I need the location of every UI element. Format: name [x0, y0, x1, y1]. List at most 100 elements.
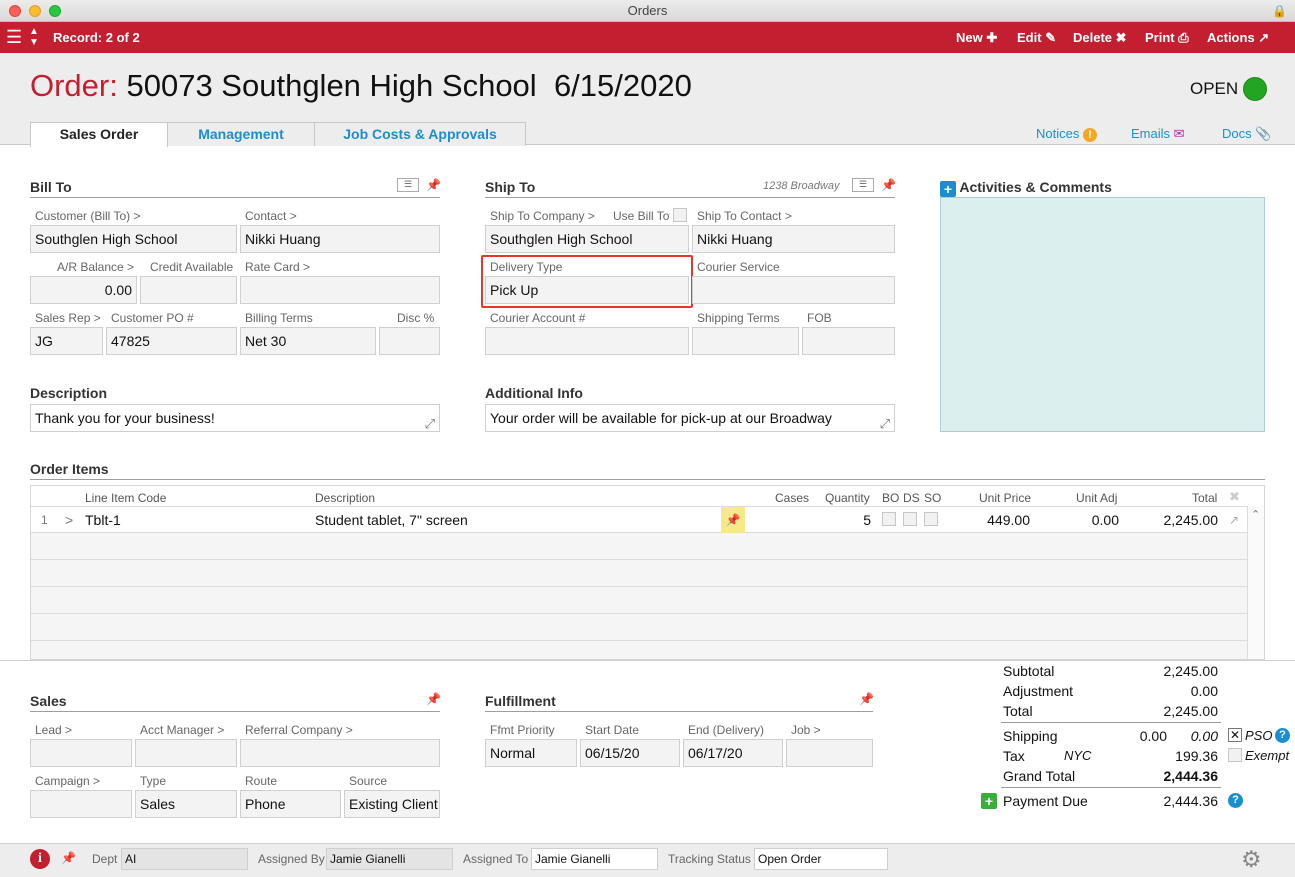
close-window-button[interactable]: [9, 5, 21, 17]
acct-manager-label[interactable]: Acct Manager >: [140, 723, 224, 737]
zoom-window-button[interactable]: [49, 5, 61, 17]
emails-link[interactable]: Emails ✉: [1131, 126, 1185, 142]
ds-checkbox[interactable]: [903, 512, 917, 526]
rate-card-field[interactable]: [240, 276, 440, 304]
description-field[interactable]: Thank you for your business! ⤢: [30, 404, 440, 432]
billing-terms-field[interactable]: Net 30: [240, 327, 376, 355]
referral-company-field[interactable]: [240, 739, 440, 767]
line-item-description[interactable]: Student tablet, 7" screen: [315, 512, 468, 528]
lead-label[interactable]: Lead >: [35, 723, 72, 737]
table-row[interactable]: [31, 614, 1247, 641]
ship-to-company-field[interactable]: Southglen High School: [485, 225, 689, 253]
help-icon[interactable]: ?: [1228, 793, 1243, 808]
disc-field[interactable]: [379, 327, 440, 355]
line-item-quantity[interactable]: 5: [830, 512, 871, 528]
source-field[interactable]: Existing Client: [344, 790, 440, 818]
exempt-checkbox[interactable]: [1228, 748, 1242, 762]
line-item-unit-price[interactable]: 449.00: [950, 512, 1030, 528]
address-card-icon[interactable]: ☰: [852, 178, 874, 192]
lead-field[interactable]: [30, 739, 132, 767]
notices-link[interactable]: Notices !: [1036, 126, 1097, 142]
activities-panel[interactable]: [940, 197, 1265, 432]
pin-icon[interactable]: 📌: [426, 178, 441, 192]
pin-icon[interactable]: 📌: [721, 507, 745, 533]
start-date-field[interactable]: 06/15/20: [580, 739, 680, 767]
tax-code[interactable]: NYC: [1064, 748, 1091, 763]
tab-management[interactable]: Management: [167, 122, 315, 146]
rate-card-label[interactable]: Rate Card >: [245, 260, 310, 274]
so-checkbox[interactable]: [924, 512, 938, 526]
bo-checkbox[interactable]: [882, 512, 896, 526]
address-card-icon[interactable]: ☰: [397, 178, 419, 192]
table-row[interactable]: [31, 587, 1247, 614]
shipping-terms-field[interactable]: [692, 327, 799, 355]
new-button[interactable]: New ✚: [956, 22, 997, 53]
pin-icon[interactable]: 📌: [881, 178, 896, 192]
add-payment-icon[interactable]: +: [981, 793, 997, 809]
gear-icon[interactable]: ⚙: [1241, 846, 1262, 872]
edit-button[interactable]: Edit ✎: [1017, 22, 1056, 53]
pin-icon[interactable]: 📌: [859, 692, 874, 706]
end-delivery-field[interactable]: 06/17/20: [683, 739, 783, 767]
dept-field[interactable]: AI: [121, 848, 248, 870]
add-activity-icon[interactable]: +: [940, 181, 956, 197]
table-row[interactable]: [31, 641, 1247, 659]
tracking-status-field[interactable]: Open Order: [754, 848, 888, 870]
scrollbar[interactable]: ⌃: [1247, 506, 1264, 659]
help-icon[interactable]: ?: [1275, 728, 1290, 743]
route-field[interactable]: Phone: [240, 790, 341, 818]
docs-link[interactable]: Docs 📎: [1222, 126, 1271, 142]
sales-rep-label[interactable]: Sales Rep >: [35, 311, 101, 325]
ship-to-contact-field[interactable]: Nikki Huang: [692, 225, 895, 253]
ship-to-contact-label[interactable]: Ship To Contact >: [697, 209, 792, 223]
type-field[interactable]: Sales: [135, 790, 237, 818]
shipping-value[interactable]: 0.00: [1100, 728, 1167, 744]
campaign-label[interactable]: Campaign >: [35, 774, 100, 788]
adjustment-value[interactable]: 0.00: [1100, 683, 1218, 699]
campaign-field[interactable]: [30, 790, 132, 818]
customer-field[interactable]: Southglen High School: [30, 225, 237, 253]
record-navigator-icon[interactable]: ▲ ▼: [29, 26, 39, 48]
referral-company-label[interactable]: Referral Company >: [245, 723, 353, 737]
tab-job-costs-approvals[interactable]: Job Costs & Approvals: [314, 122, 526, 146]
info-icon[interactable]: i: [30, 849, 50, 869]
pin-icon[interactable]: 📌: [61, 851, 76, 865]
row-action-icon[interactable]: ↗: [1229, 513, 1239, 527]
table-row[interactable]: [31, 533, 1247, 560]
delivery-type-field[interactable]: Pick Up: [485, 276, 689, 304]
customer-po-label: Customer PO #: [111, 311, 194, 325]
minimize-window-button[interactable]: [29, 5, 41, 17]
additional-info-field[interactable]: Your order will be available for pick-up…: [485, 404, 895, 432]
actions-button[interactable]: Actions ↗: [1207, 22, 1269, 53]
sales-rep-field[interactable]: JG: [30, 327, 103, 355]
line-item-unit-adj[interactable]: 0.00: [1050, 512, 1119, 528]
print-button[interactable]: Print ⎙: [1145, 22, 1189, 53]
table-row[interactable]: [31, 560, 1247, 587]
pin-icon[interactable]: 📌: [426, 692, 441, 706]
scroll-up-icon[interactable]: ⌃: [1251, 508, 1260, 521]
ship-to-company-label[interactable]: Ship To Company >: [490, 209, 595, 223]
fob-field[interactable]: [802, 327, 895, 355]
acct-manager-field[interactable]: [135, 739, 237, 767]
job-field[interactable]: [786, 739, 873, 767]
tab-sales-order[interactable]: Sales Order: [30, 122, 168, 147]
contact-field[interactable]: Nikki Huang: [240, 225, 440, 253]
menu-icon[interactable]: ☰: [6, 27, 22, 47]
delete-button[interactable]: Delete ✖: [1073, 22, 1127, 53]
row-expand-icon[interactable]: >: [65, 512, 73, 528]
record-indicator: Record: 2 of 2: [53, 30, 140, 45]
courier-account-field[interactable]: [485, 327, 689, 355]
assigned-to-field[interactable]: Jamie Gianelli: [531, 848, 658, 870]
expand-icon[interactable]: ⤢: [425, 411, 435, 431]
ar-balance-label[interactable]: A/R Balance >: [57, 260, 134, 274]
job-label[interactable]: Job >: [791, 723, 821, 737]
use-bill-to-checkbox[interactable]: [673, 208, 687, 222]
customer-po-field[interactable]: 47825: [106, 327, 237, 355]
courier-service-field[interactable]: [692, 276, 895, 304]
customer-label[interactable]: Customer (Bill To) >: [35, 209, 140, 223]
ffmt-priority-field[interactable]: Normal: [485, 739, 577, 767]
contact-label[interactable]: Contact >: [245, 209, 297, 223]
pso-checkbox[interactable]: ✕: [1228, 728, 1242, 742]
expand-icon[interactable]: ⤢: [880, 411, 890, 431]
line-item-code[interactable]: Tblt-1: [85, 512, 121, 528]
